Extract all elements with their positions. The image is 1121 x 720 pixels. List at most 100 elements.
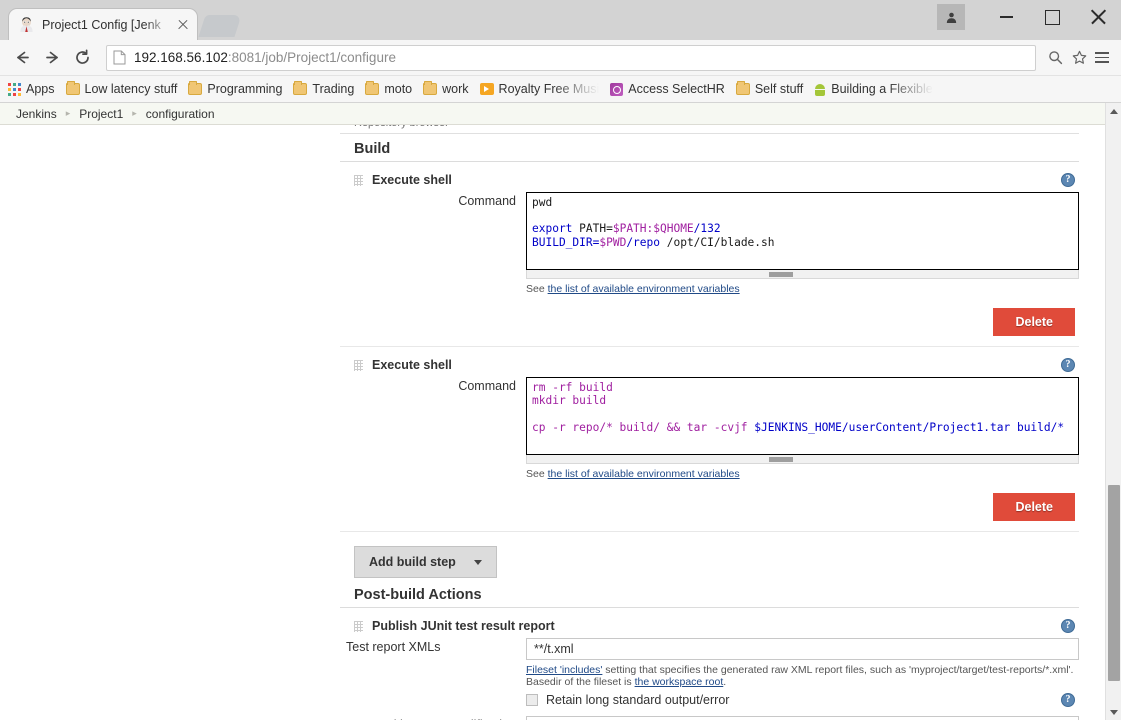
new-tab-button[interactable] bbox=[198, 15, 242, 37]
test-report-xmls-hint: Fileset 'includes' setting that specifie… bbox=[526, 664, 1079, 688]
bookmark-apps[interactable]: Apps bbox=[8, 82, 55, 96]
reload-button[interactable] bbox=[68, 44, 96, 72]
build-step-title: Execute shell bbox=[372, 173, 452, 187]
add-build-step-button[interactable]: Add build step bbox=[354, 546, 497, 578]
profile-icon[interactable] bbox=[937, 4, 965, 30]
bookmark-label: Royalty Free Musi bbox=[498, 82, 600, 96]
bookmark-label: Self stuff bbox=[754, 82, 804, 96]
command-textarea-2[interactable]: rm -rf build mkdir build cp -r repo/* bu… bbox=[526, 377, 1079, 455]
help-icon[interactable]: ? bbox=[1061, 173, 1075, 187]
hint-text: . bbox=[723, 676, 727, 688]
breadcrumb-item-project1[interactable]: Project1 bbox=[79, 107, 123, 121]
bookmark-label: Access SelectHR bbox=[628, 82, 725, 96]
bookmark-label: moto bbox=[384, 82, 413, 96]
delete-build-step-button-2[interactable]: Delete bbox=[993, 493, 1075, 521]
tab-strip: Project1 Config [Jenk bbox=[0, 0, 1121, 40]
browser-window: Project1 Config [Jenk 192.168.56.102:808… bbox=[0, 0, 1121, 720]
build-step-execute-shell-1: ? Execute shell Command pwd export PATH=… bbox=[340, 162, 1079, 347]
help-icon[interactable]: ? bbox=[1061, 619, 1075, 633]
retain-output-checkbox[interactable] bbox=[526, 694, 538, 706]
post-build-title: Publish JUnit test result report bbox=[372, 619, 555, 633]
bookmark-moto[interactable]: moto bbox=[365, 81, 413, 96]
bookmark-trading[interactable]: Trading bbox=[293, 81, 354, 96]
browser-toolbar: 192.168.56.102:8081/job/Project1/configu… bbox=[0, 40, 1121, 76]
folder-icon bbox=[293, 81, 308, 95]
bookmark-self-stuff[interactable]: Self stuff bbox=[735, 81, 804, 96]
forward-button[interactable] bbox=[38, 44, 66, 72]
env-variables-link[interactable]: the list of available environment variab… bbox=[548, 283, 740, 295]
health-factor-row: Health report amplification factor ? bbox=[340, 716, 1079, 720]
folder-icon bbox=[65, 81, 80, 95]
scroll-up-arrow-icon[interactable] bbox=[1106, 103, 1121, 119]
post-build-publish-junit: ? Publish JUnit test result report Test … bbox=[340, 608, 1079, 720]
breadcrumb-item-jenkins[interactable]: Jenkins bbox=[16, 107, 57, 121]
command-hint: See the list of available environment va… bbox=[526, 283, 1079, 295]
command-field-row: Command pwd export PATH=$PATH:$QHOME/132… bbox=[340, 192, 1079, 295]
retain-output-row: Retain long standard output/error ? bbox=[526, 693, 1079, 707]
breadcrumb-separator: ▸ bbox=[132, 108, 137, 118]
hint-prefix: See bbox=[526, 468, 548, 480]
access-icon bbox=[610, 82, 624, 96]
folder-icon bbox=[188, 81, 203, 95]
minimize-icon[interactable] bbox=[983, 0, 1029, 34]
help-icon[interactable]: ? bbox=[1061, 358, 1075, 372]
address-bar[interactable]: 192.168.56.102:8081/job/Project1/configu… bbox=[106, 44, 1036, 71]
window-controls bbox=[937, 0, 1121, 34]
breadcrumb-separator: ▸ bbox=[65, 108, 71, 118]
post-build-header: Publish JUnit test result report bbox=[340, 619, 1079, 633]
chevron-down-icon bbox=[473, 559, 482, 565]
workspace-root-link[interactable]: the workspace root bbox=[635, 676, 724, 688]
bookmark-low-latency-stuff[interactable]: Low latency stuff bbox=[65, 81, 178, 96]
close-icon[interactable] bbox=[1075, 0, 1121, 34]
env-variables-link[interactable]: the list of available environment variab… bbox=[548, 468, 740, 480]
scrollbar-thumb[interactable] bbox=[1108, 485, 1120, 681]
page-scrollbar[interactable] bbox=[1105, 103, 1121, 720]
textarea-horizontal-scrollbar[interactable] bbox=[526, 270, 1079, 279]
apps-grid-icon bbox=[8, 82, 21, 96]
bookmark-label: work bbox=[442, 82, 469, 96]
back-button[interactable] bbox=[8, 44, 36, 72]
page-viewport: Jenkins ▸ Project1 ▸ configuration Repos… bbox=[0, 103, 1121, 720]
bookmark-label: Programming bbox=[207, 82, 283, 96]
bookmark-access-selecthr[interactable]: Access SelectHR bbox=[610, 82, 725, 96]
bookmarks-bar: Apps Low latency stuff Programming Tradi… bbox=[0, 76, 1121, 103]
help-icon[interactable]: ? bbox=[1061, 693, 1075, 707]
health-factor-label: Health report amplification factor bbox=[340, 716, 526, 720]
health-factor-input[interactable] bbox=[526, 716, 1079, 720]
browser-tab[interactable]: Project1 Config [Jenk bbox=[8, 8, 198, 40]
test-report-xmls-input[interactable] bbox=[526, 638, 1079, 660]
bookmark-label: Building a Flexible bbox=[831, 82, 933, 96]
maximize-icon[interactable] bbox=[1029, 0, 1075, 34]
bookmark-star-icon[interactable] bbox=[1067, 46, 1091, 70]
bookmark-programming[interactable]: Programming bbox=[188, 81, 283, 96]
bookmark-label: Low latency stuff bbox=[84, 82, 178, 96]
add-build-step-label: Add build step bbox=[369, 555, 456, 569]
url-host: 192.168.56.102 bbox=[134, 50, 228, 65]
drag-handle-icon[interactable] bbox=[354, 359, 363, 371]
folder-icon bbox=[423, 81, 438, 95]
hint-text: setting that specifies the generated raw… bbox=[602, 664, 1074, 676]
scroll-down-arrow-icon[interactable] bbox=[1106, 704, 1121, 720]
command-textarea-1[interactable]: pwd export PATH=$PATH:$QHOME/132 BUILD_D… bbox=[526, 192, 1079, 270]
bookmark-work[interactable]: work bbox=[423, 81, 469, 96]
build-step-execute-shell-2: ? Execute shell Command rm -rf build mkd… bbox=[340, 347, 1079, 532]
jenkins-butler-icon bbox=[18, 16, 35, 33]
command-field-row: Command rm -rf build mkdir build cp -r r… bbox=[340, 377, 1079, 480]
url-path: :8081/job/Project1/configure bbox=[227, 50, 396, 65]
delete-build-step-button-1[interactable]: Delete bbox=[993, 308, 1075, 336]
search-icon[interactable] bbox=[1043, 46, 1067, 70]
add-build-step-container: Add build step bbox=[340, 532, 1079, 584]
command-label: Command bbox=[458, 379, 516, 393]
drag-handle-icon[interactable] bbox=[354, 174, 363, 186]
bookmark-building-a-flexible[interactable]: Building a Flexible bbox=[814, 82, 933, 96]
bookmark-royalty-free-music[interactable]: Royalty Free Musi bbox=[479, 82, 600, 96]
youtube-icon bbox=[479, 83, 494, 95]
fileset-includes-link[interactable]: Fileset 'includes' bbox=[526, 664, 602, 676]
android-icon bbox=[814, 83, 826, 96]
tab-close-icon[interactable] bbox=[175, 17, 191, 33]
chrome-menu-icon[interactable] bbox=[1091, 44, 1113, 72]
drag-handle-icon[interactable] bbox=[354, 620, 363, 632]
section-title-build: Build bbox=[340, 134, 1079, 162]
textarea-horizontal-scrollbar[interactable] bbox=[526, 455, 1079, 464]
breadcrumb-item-configuration[interactable]: configuration bbox=[146, 107, 215, 121]
